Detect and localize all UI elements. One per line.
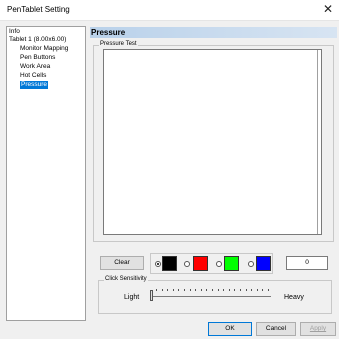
click-sensitivity-label: Click Sensitivity <box>104 276 148 282</box>
slider-tick <box>161 289 163 291</box>
tree-item-pen-buttons[interactable]: Pen Buttons <box>20 54 55 62</box>
slider-tick <box>189 289 191 291</box>
clear-button[interactable]: Clear <box>100 256 144 270</box>
color-radio-black[interactable] <box>155 261 161 267</box>
slider-tick <box>228 289 230 291</box>
slider-tick <box>240 289 241 291</box>
slider-tick <box>195 289 197 291</box>
sensitivity-slider-thumb[interactable] <box>150 290 153 301</box>
title-bar: PenTablet Setting ✕ <box>0 0 339 21</box>
color-radio-red[interactable] <box>184 261 190 267</box>
slider-tick <box>172 289 174 291</box>
page-header: Pressure <box>90 27 337 38</box>
blue-swatch[interactable] <box>256 256 271 271</box>
pressure-test-label: Pressure Test <box>99 41 138 47</box>
slider-tick <box>206 289 208 291</box>
slider-tick <box>223 289 225 291</box>
pressure-test-canvas[interactable] <box>103 49 322 235</box>
slider-tick <box>262 289 264 291</box>
slider-tick <box>178 289 180 291</box>
green-swatch[interactable] <box>224 256 239 271</box>
cancel-button[interactable]: Cancel <box>256 322 296 336</box>
slider-tick <box>217 289 219 291</box>
apply-button[interactable]: Apply <box>300 322 336 336</box>
tree-item-info[interactable]: Info <box>9 28 20 36</box>
slider-tick <box>256 289 258 291</box>
slider-tick <box>251 289 253 291</box>
window-title: PenTablet Setting <box>7 5 70 14</box>
red-swatch[interactable] <box>193 256 208 271</box>
slider-tick <box>156 289 157 291</box>
click-count-field: 0 <box>286 256 328 270</box>
page-title: Pressure <box>91 28 126 37</box>
sensitivity-slider-track[interactable] <box>153 296 271 297</box>
slider-tick <box>167 289 169 291</box>
black-swatch[interactable] <box>162 256 177 271</box>
canvas-scrollbar[interactable] <box>317 50 321 234</box>
ok-button[interactable]: OK <box>208 322 252 336</box>
slider-tick <box>200 289 202 291</box>
color-radio-green[interactable] <box>216 261 222 267</box>
slider-tick <box>245 289 247 291</box>
slider-max-label: Heavy <box>284 294 304 301</box>
tree-item-tablet-1[interactable]: Tablet 1 (8.00x6.00) <box>9 36 66 44</box>
close-icon[interactable]: ✕ <box>321 2 335 16</box>
tree-item-work-area[interactable]: Work Area <box>20 63 50 71</box>
slider-tick <box>184 289 185 291</box>
pentablet-settings-window: PenTablet Setting ✕ Info Tablet 1 (8.00x… <box>0 0 339 339</box>
slider-tick <box>212 289 213 291</box>
slider-min-label: Light <box>124 294 140 301</box>
tree-item-monitor-mapping[interactable]: Monitor Mapping <box>20 45 68 53</box>
tree-item-pressure[interactable]: Pressure <box>20 81 49 89</box>
tree-item-hot-cells[interactable]: Hot Cells <box>20 72 46 80</box>
slider-tick <box>234 289 236 291</box>
settings-tree: Info Tablet 1 (8.00x6.00) Monitor Mappin… <box>6 26 86 321</box>
slider-tick <box>268 289 269 291</box>
color-radio-blue[interactable] <box>248 261 254 267</box>
